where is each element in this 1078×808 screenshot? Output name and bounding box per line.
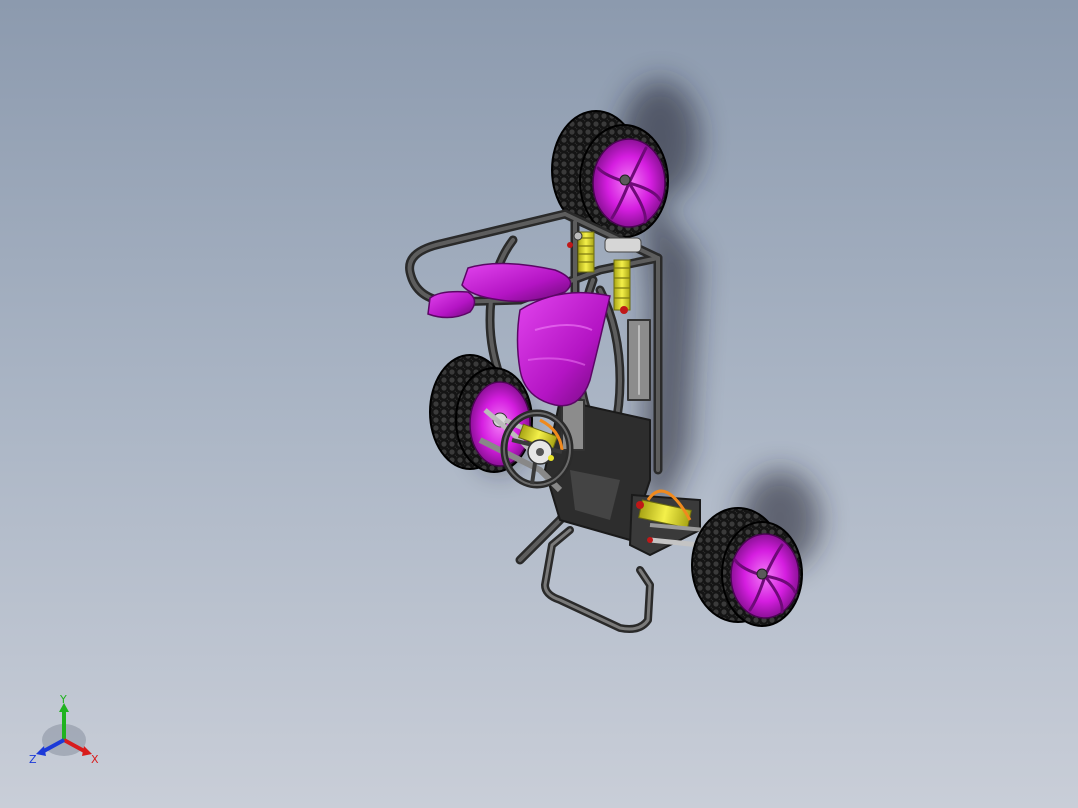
graphics-viewport[interactable]: Y X Z bbox=[0, 0, 1078, 808]
wheel-front-left[interactable] bbox=[429, 354, 533, 473]
go-kart-model[interactable] bbox=[0, 0, 1078, 808]
x-axis-label: X bbox=[91, 753, 99, 766]
z-axis-label: Z bbox=[29, 753, 37, 766]
view-orientation-triad[interactable]: Y X Z bbox=[24, 692, 108, 772]
y-axis-label: Y bbox=[59, 693, 67, 706]
z-axis-arrowhead bbox=[36, 746, 46, 756]
